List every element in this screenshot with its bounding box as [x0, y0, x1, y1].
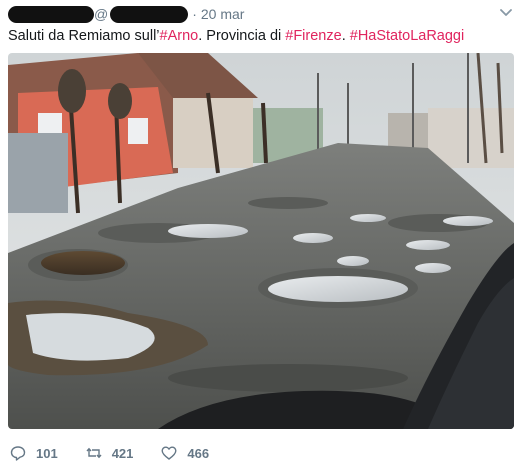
- tweet-text: Saluti da Remiamo sull’#Arno. Provincia …: [8, 27, 464, 45]
- tweet-photo[interactable]: [8, 53, 514, 429]
- like-action[interactable]: 466: [161, 445, 209, 461]
- chevron-down-icon[interactable]: [500, 8, 512, 18]
- reply-count: 101: [36, 445, 58, 461]
- tweet-card: @ · 20 mar Saluti da Remiamo sull’#Arno.…: [0, 0, 522, 469]
- like-count: 466: [187, 445, 210, 461]
- text-part: Saluti da Remiamo sull’: [8, 28, 160, 44]
- text-part: . Provincia di: [198, 28, 286, 44]
- retweet-count: 421: [111, 445, 134, 461]
- handle-prefix: @: [94, 6, 109, 22]
- hashtag-arno[interactable]: #Arno: [160, 28, 199, 44]
- reply-icon: [10, 446, 26, 461]
- retweet-action[interactable]: 421: [86, 445, 134, 461]
- separator: ·: [192, 6, 197, 22]
- hashtag-firenze[interactable]: #Firenze: [285, 28, 341, 44]
- hashtag-hastatolaraggi[interactable]: #HaStatoLaRaggi: [350, 28, 464, 44]
- heart-icon: [161, 446, 177, 460]
- tweet-actions: 101 421 466: [10, 445, 237, 461]
- redacted-display-name: [8, 5, 94, 23]
- retweet-icon: [86, 447, 102, 459]
- redacted-handle: [110, 5, 189, 23]
- text-part: .: [341, 28, 350, 44]
- tweet-header: @ · 20 mar: [8, 4, 244, 24]
- tweet-date[interactable]: 20 mar: [201, 6, 245, 22]
- reply-action[interactable]: 101: [10, 445, 58, 461]
